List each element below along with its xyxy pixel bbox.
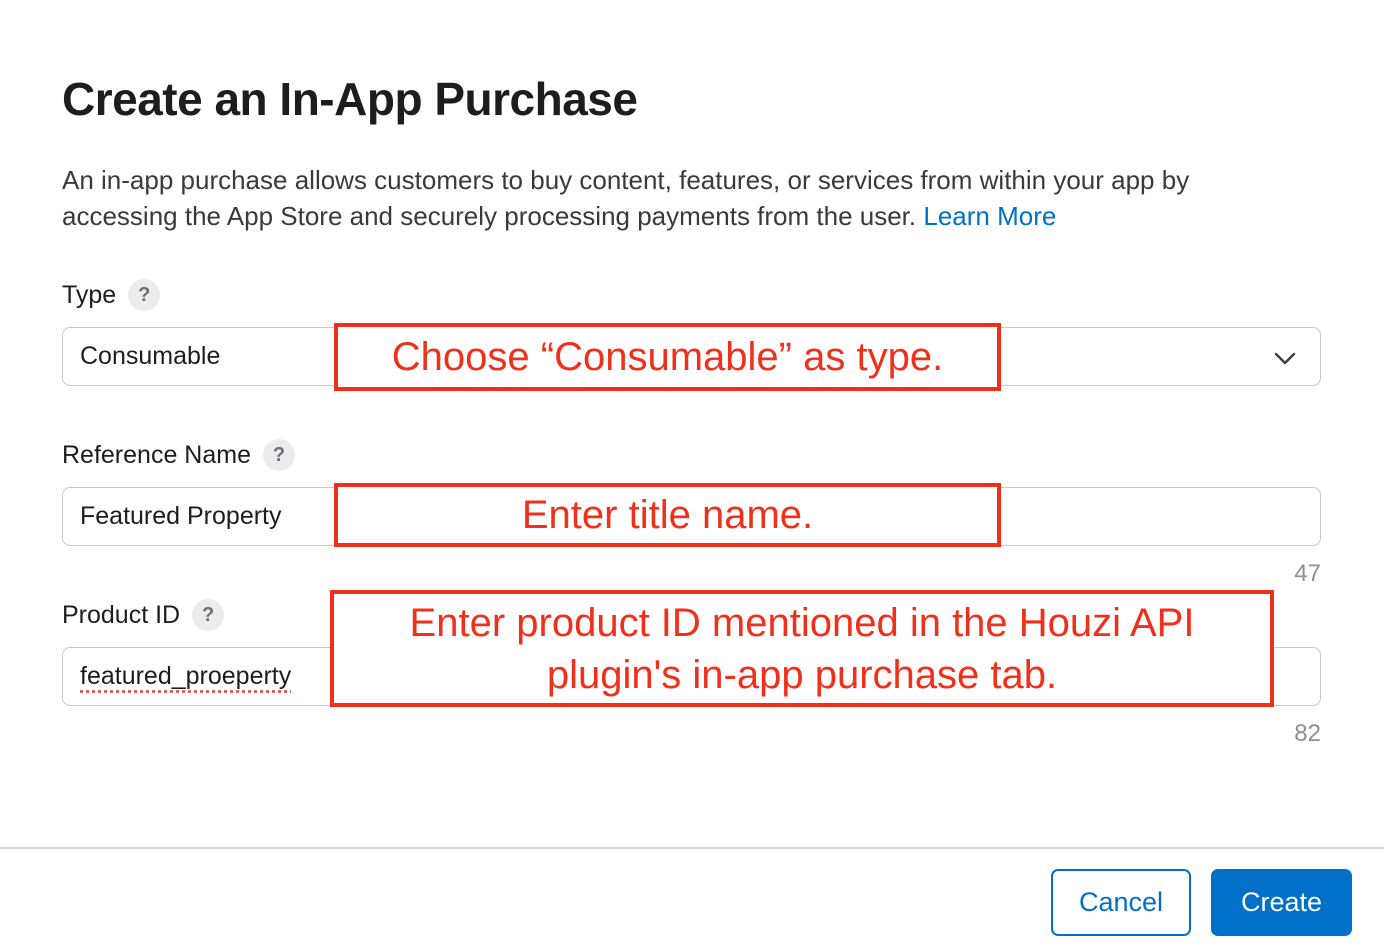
product-id-value: featured_proeperty xyxy=(80,662,292,690)
chevron-down-icon xyxy=(1274,352,1296,365)
product-id-label-row: Product ID ? xyxy=(62,599,225,631)
annotation-reference-name-text: Enter title name. xyxy=(521,493,814,537)
product-id-label: Product ID xyxy=(62,600,181,629)
learn-more-link[interactable]: Learn More xyxy=(923,201,1056,231)
annotation-product-id-line2: plugin's in-app purchase tab. xyxy=(546,652,1058,697)
annotation-type: Choose “Consumable” as type. xyxy=(334,323,1001,391)
reference-name-char-count: 47 xyxy=(1294,560,1321,587)
type-help-icon[interactable]: ? xyxy=(128,279,161,311)
reference-name-label-row: Reference Name ? xyxy=(62,439,295,471)
create-button[interactable]: Create xyxy=(1211,869,1352,936)
footer-divider xyxy=(0,847,1384,849)
dialog-description: An in-app purchase allows customers to b… xyxy=(62,162,1302,234)
reference-name-value: Featured Property xyxy=(80,502,282,530)
annotation-reference-name: Enter title name. xyxy=(334,483,1001,547)
type-label: Type xyxy=(62,280,117,309)
cancel-button[interactable]: Cancel xyxy=(1051,869,1191,936)
product-id-char-count: 82 xyxy=(1294,720,1321,747)
type-label-row: Type ? xyxy=(62,279,161,311)
annotation-type-text: Choose “Consumable” as type. xyxy=(391,335,944,379)
product-id-help-icon[interactable]: ? xyxy=(192,599,225,631)
reference-name-help-icon[interactable]: ? xyxy=(262,439,295,471)
dialog-title: Create an In-App Purchase xyxy=(62,73,638,125)
create-iap-dialog: Create an In-App Purchase An in-app purc… xyxy=(0,0,1384,948)
type-select-value: Consumable xyxy=(80,342,221,370)
reference-name-label: Reference Name xyxy=(62,440,251,469)
annotation-product-id-line1: Enter product ID mentioned in the Houzi … xyxy=(409,600,1195,645)
annotation-product-id: Enter product ID mentioned in the Houzi … xyxy=(330,590,1274,707)
